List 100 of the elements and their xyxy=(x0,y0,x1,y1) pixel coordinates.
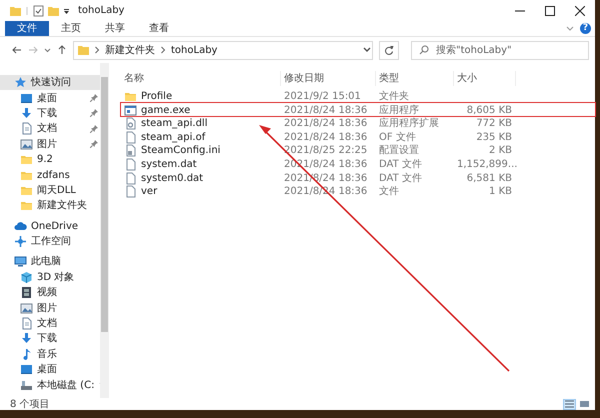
breadcrumb-item[interactable]: tohoLaby xyxy=(171,42,218,58)
drive-icon xyxy=(20,378,33,392)
sidebar-item[interactable]: 视频 xyxy=(0,285,100,300)
picture-icon xyxy=(580,400,589,408)
document-icon xyxy=(20,317,33,330)
sidebar-item[interactable]: 快速访问 xyxy=(0,75,100,90)
refresh-icon xyxy=(384,45,394,55)
file-name: Profile xyxy=(141,90,172,104)
desktop-icon xyxy=(20,363,33,376)
file-name: SteamConfig.ini xyxy=(141,144,220,158)
column-header[interactable]: 类型 xyxy=(376,71,454,86)
back-arrow-icon[interactable] xyxy=(12,45,22,55)
cube-icon xyxy=(20,270,33,284)
table-cell-text: 2021/9/2 15:01 xyxy=(283,90,362,104)
star-icon xyxy=(14,76,27,90)
column-header[interactable]: 名称 xyxy=(121,71,281,86)
network-icon xyxy=(14,235,27,248)
ribbon-tab[interactable]: 共享 xyxy=(93,21,137,36)
gear-document-icon xyxy=(124,117,137,130)
window-title: tohoLaby xyxy=(78,4,124,18)
ribbon-tab[interactable]: 文件 xyxy=(5,21,49,36)
program-icon xyxy=(124,104,137,117)
address-bar[interactable]: 新建文件夹 tohoLaby xyxy=(73,40,373,60)
download-arrow-icon xyxy=(20,332,33,346)
table-cell-text: 1 KB xyxy=(488,185,513,200)
table-cell-text: 6,581 KB xyxy=(466,172,513,186)
search-field[interactable]: 搜索"tohoLaby" xyxy=(411,40,589,60)
file-icon xyxy=(124,185,137,198)
table-cell-text: 2 KB xyxy=(488,144,513,158)
table-cell-text: 文件夹 xyxy=(378,90,410,104)
sidebar-item[interactable]: 闻天DLL xyxy=(0,182,100,198)
column-header[interactable]: 修改日期 xyxy=(281,71,376,86)
sidebar-item[interactable]: 桌面 xyxy=(0,362,100,378)
properties-icon[interactable] xyxy=(33,4,44,16)
sidebar-item[interactable]: 本地磁盘 (C: xyxy=(0,377,100,393)
list-icon xyxy=(565,400,574,408)
close-icon[interactable] xyxy=(575,6,585,16)
sidebar-item[interactable]: 音乐 xyxy=(0,346,100,362)
sidebar-item[interactable]: 9.2 xyxy=(0,152,100,168)
sidebar-item[interactable]: 工作空间 xyxy=(0,234,100,250)
scrollbar-thumb[interactable] xyxy=(101,77,108,332)
ribbon-tab[interactable]: 主页 xyxy=(49,21,93,36)
refresh-button[interactable] xyxy=(379,40,399,60)
picture-icon xyxy=(20,138,33,151)
document-icon xyxy=(20,122,33,136)
settings-document-icon xyxy=(124,144,137,158)
table-cell-text: DAT 文件 xyxy=(378,158,423,172)
folder-icon xyxy=(20,199,33,212)
search-icon xyxy=(419,44,429,54)
sidebar-item[interactable]: 文档 xyxy=(0,316,100,332)
sidebar-item[interactable]: 文档 xyxy=(0,121,100,137)
table-cell-text: 8,605 KB xyxy=(466,104,513,118)
file-icon xyxy=(124,130,137,144)
file-row[interactable]: steam_api.of 2021/8/24 18:36 OF 文件 235 KB xyxy=(121,130,595,144)
table-cell-text: 2021/8/24 18:36 xyxy=(283,130,368,145)
cloud-icon xyxy=(14,220,27,233)
table-cell-text: 772 KB xyxy=(475,117,513,132)
file-name: steam_api.of xyxy=(141,130,206,145)
help-button[interactable]: ? xyxy=(580,23,591,34)
sidebar-item[interactable]: 下载 xyxy=(0,106,100,122)
table-cell-text: OF 文件 xyxy=(378,130,417,144)
details-view-button[interactable] xyxy=(563,398,576,410)
computer-icon xyxy=(14,255,27,268)
file-icon xyxy=(124,172,137,185)
file-row[interactable]: steam_api.dll 2021/8/24 18:36 应用程序扩展 772 KB xyxy=(121,116,595,130)
table-cell-text: DAT 文件 xyxy=(378,172,423,186)
table-cell-text: 应用程序扩展 xyxy=(378,116,440,132)
up-arrow-icon[interactable] xyxy=(57,45,67,55)
status-text: 8 个项目 xyxy=(10,398,50,412)
sidebar-item[interactable]: 下载 xyxy=(0,331,100,347)
file-name: game.exe xyxy=(141,104,190,118)
file-icon xyxy=(124,158,137,171)
table-cell-text: 235 KB xyxy=(475,130,513,145)
table-cell-text: 文件 xyxy=(378,184,400,200)
file-name: system.dat xyxy=(141,158,197,172)
file-row[interactable]: game.exe 2021/8/24 18:36 应用程序 8,605 KB xyxy=(121,102,595,116)
folder-icon xyxy=(78,44,89,56)
ribbon-tab[interactable]: 查看 xyxy=(137,21,181,36)
sidebar-item[interactable]: 图片 xyxy=(0,136,100,152)
chevron-down-icon[interactable] xyxy=(362,46,372,54)
file-name: system0.dat xyxy=(141,172,204,186)
picture-icon xyxy=(20,302,33,315)
scrollbar[interactable] xyxy=(100,63,109,398)
chevron-right-icon xyxy=(160,46,166,54)
separator-icon xyxy=(25,4,29,16)
sidebar-item[interactable]: 图片 xyxy=(0,300,100,316)
large-icons-view-button[interactable] xyxy=(578,398,591,410)
sidebar-item[interactable]: 此电脑 xyxy=(0,254,100,270)
maximize-icon[interactable] xyxy=(545,6,555,16)
file-name: steam_api.dll xyxy=(141,117,208,132)
sidebar-item[interactable]: OneDrive xyxy=(0,218,100,234)
desktop-icon xyxy=(20,92,33,105)
sidebar-item[interactable]: zdfans xyxy=(0,167,100,183)
column-header[interactable]: 大小 xyxy=(454,71,516,86)
sidebar-item[interactable]: 3D 对象 xyxy=(0,270,100,286)
sidebar-item[interactable]: 桌面 xyxy=(0,90,100,106)
file-row[interactable]: Profile 2021/9/2 15:01 文件夹 xyxy=(121,89,595,103)
table-cell-text: 应用程序 xyxy=(378,104,420,118)
sidebar-item[interactable]: 新建文件夹 xyxy=(0,198,100,214)
breadcrumb-item[interactable]: 新建文件夹 xyxy=(105,42,155,58)
